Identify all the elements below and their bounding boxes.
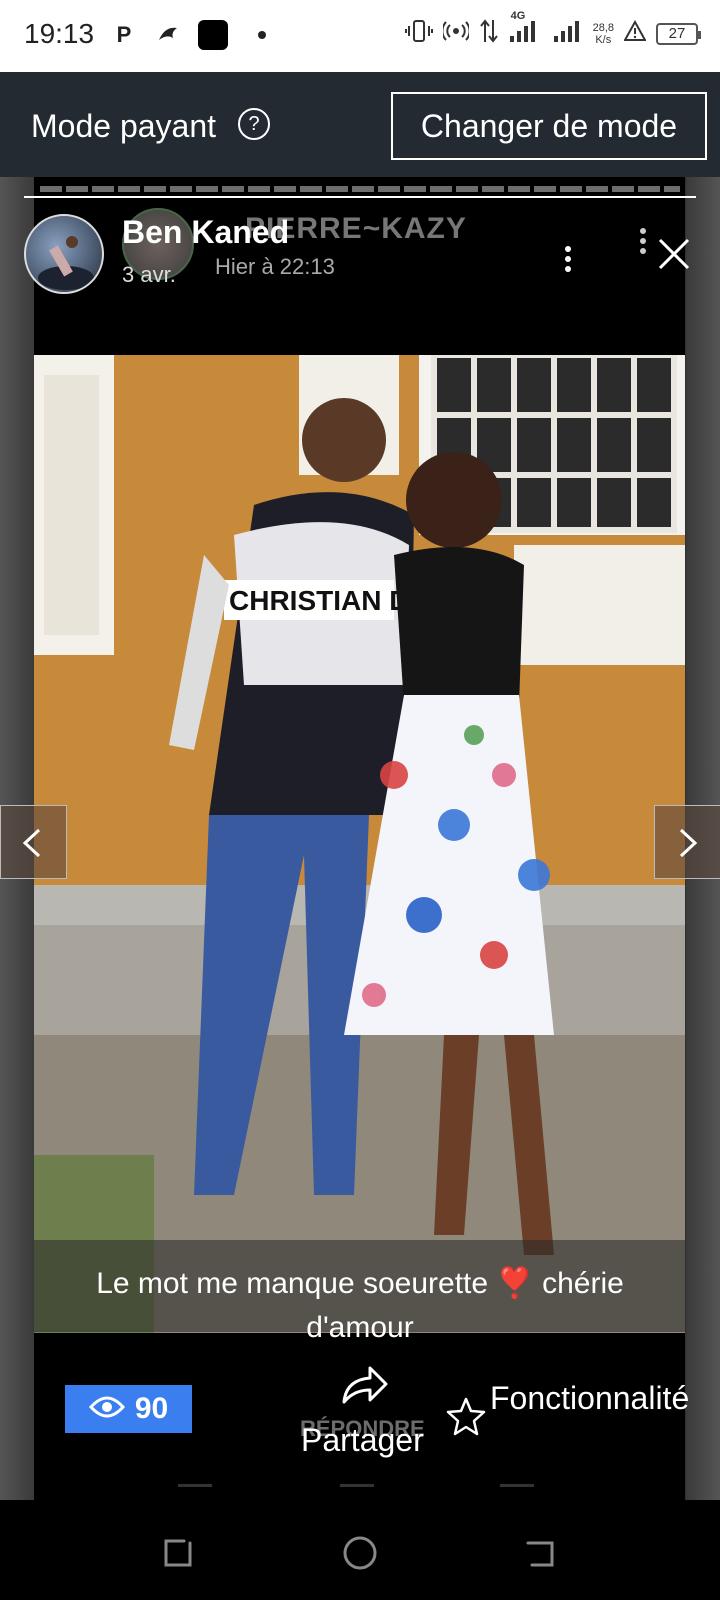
status-bar: 19:13 P 4G 28,8 K/s 27 (0, 0, 720, 72)
back-icon[interactable] (522, 1535, 558, 1571)
home-icon[interactable] (342, 1535, 378, 1571)
vibrate-icon (404, 18, 433, 49)
story-progress-bar (24, 196, 696, 198)
author-name[interactable]: Ben Kaned (122, 214, 289, 251)
help-icon[interactable]: ? (238, 108, 270, 140)
signal-icon: 4G (509, 10, 543, 49)
ghost-nav-mark (178, 1484, 212, 1498)
story-photo: CHRISTIAN DIOR (34, 355, 685, 1333)
network-type-label: 4G (510, 10, 526, 22)
speed-unit: K/s (595, 33, 612, 46)
app-square-icon (198, 20, 228, 50)
more-options-icon[interactable] (565, 246, 573, 272)
network-speed: 28,8 K/s (593, 22, 614, 46)
parking-app-icon: P (116, 22, 132, 47)
signal-icon-2 (553, 18, 583, 49)
share-icon[interactable] (340, 1362, 390, 1411)
story-caption: Le mot me manque soeurette ❣️ chérie d'a… (96, 1267, 624, 1344)
status-notification-icons: P (110, 20, 266, 50)
mode-title: Mode payant (31, 108, 217, 144)
star-icon[interactable] (446, 1396, 486, 1441)
mode-header: Mode payant ? Changer de mode (0, 72, 720, 177)
feature-button[interactable]: Fonctionnalité (490, 1375, 690, 1421)
ghost-nav-mark (500, 1484, 534, 1498)
previous-story-button[interactable] (0, 805, 67, 879)
story-segments-ghost (40, 186, 680, 192)
eye-icon (88, 1395, 125, 1424)
hotspot-icon (441, 18, 471, 49)
post-date: 3 avr. (122, 262, 176, 287)
notification-dot-icon (258, 31, 266, 39)
recent-apps-icon[interactable] (160, 1535, 196, 1571)
warning-icon (623, 19, 647, 47)
status-system-icons: 4G 28,8 K/s 27 (404, 10, 701, 49)
change-mode-button[interactable]: Changer de mode (391, 92, 707, 160)
ghost-more-icon (640, 228, 648, 254)
ghost-post-time: Hier à 22:13 (215, 254, 335, 279)
battery-icon: 27 (656, 22, 701, 45)
next-story-button[interactable] (654, 805, 720, 879)
data-transfer-icon (479, 18, 499, 49)
ghost-nav-mark (340, 1484, 374, 1498)
status-time: 19:13 (24, 18, 95, 49)
bird-app-icon (154, 21, 182, 49)
share-button[interactable]: Partager (301, 1422, 424, 1459)
speed-value: 28,8 (592, 21, 614, 34)
views-badge[interactable]: 90 (65, 1385, 192, 1433)
views-count: 90 (134, 1392, 169, 1425)
avatar[interactable] (24, 214, 104, 294)
close-icon[interactable] (656, 236, 692, 272)
